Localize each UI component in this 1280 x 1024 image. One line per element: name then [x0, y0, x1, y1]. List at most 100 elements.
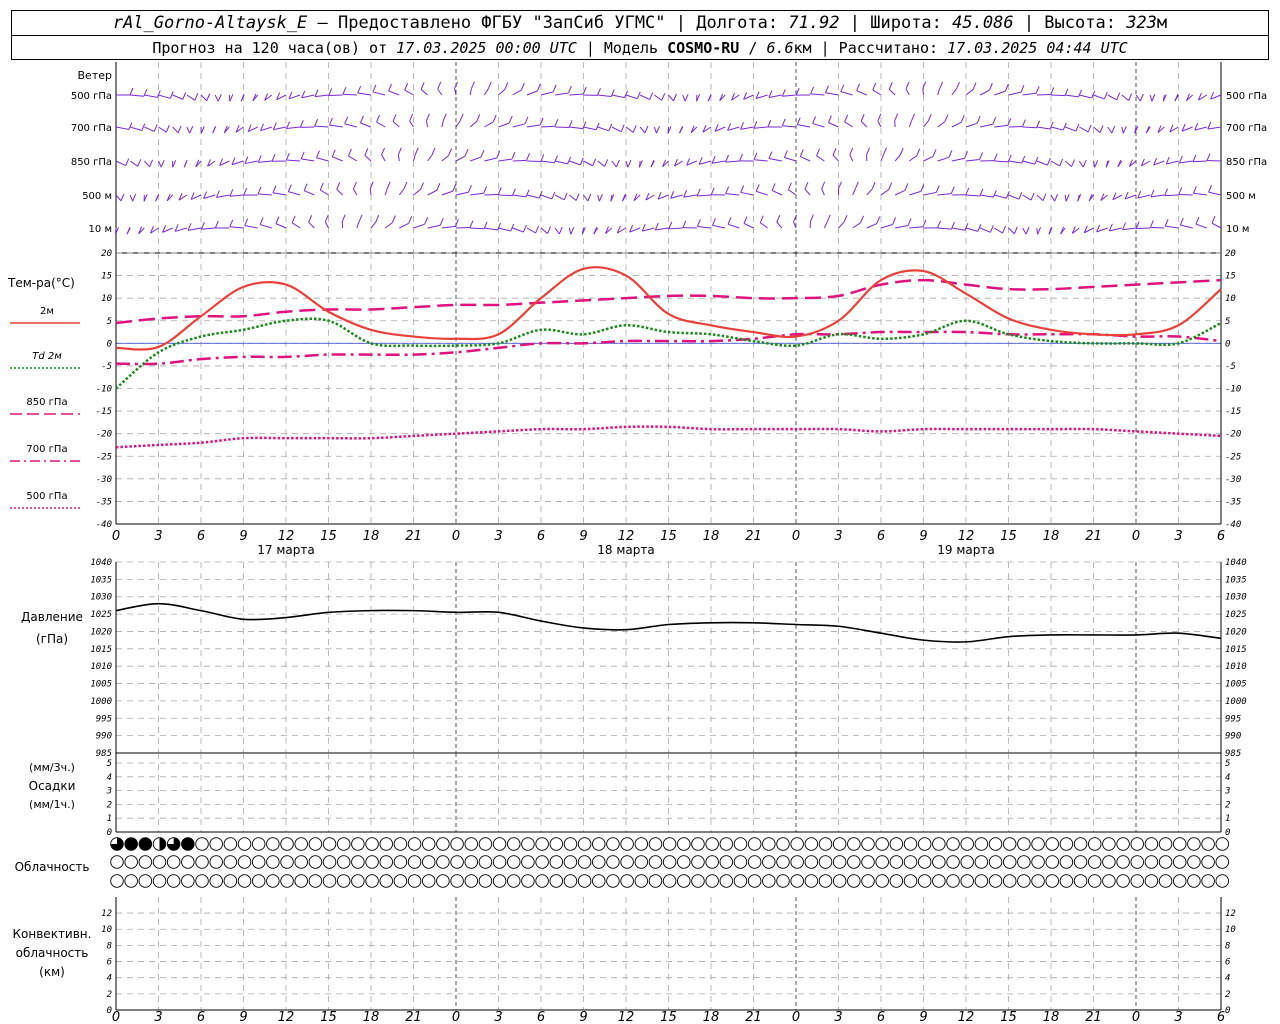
wind-barb-feather: [989, 225, 994, 233]
wind-barb-shaft: [812, 123, 825, 128]
wind-barb-feather: [524, 116, 529, 125]
cloud-circle: [436, 874, 450, 888]
wind-barb-feather: [408, 216, 413, 224]
conv-hour-tick-label: 18: [1043, 1010, 1060, 1024]
wind-barb-shaft: [384, 222, 393, 229]
cloud-circle: [733, 855, 748, 869]
wind-barb-feather: [1195, 216, 1200, 225]
wind-barb-shaft: [1008, 91, 1022, 96]
wind-barb-shaft: [554, 194, 565, 201]
wind-barb-feather: [308, 215, 313, 223]
conv-hour-tick-label: 15: [1000, 1010, 1017, 1024]
wind-barb-shaft: [668, 227, 683, 230]
wind-barb-shaft: [172, 126, 179, 134]
wind-barb-shaft: [420, 89, 428, 96]
cloud-circle: [1144, 874, 1159, 888]
wind-barb-shaft: [172, 94, 183, 100]
wind-barb-shaft: [1165, 225, 1179, 229]
cloud-circle: [421, 874, 436, 888]
wind-barb-shaft: [187, 227, 202, 231]
temp-ytick-left: 15: [101, 272, 112, 282]
pres-ytick-right: 1015: [1225, 645, 1247, 655]
wind-barb-feather: [871, 181, 876, 190]
cloud-circle: [790, 855, 804, 869]
wind-barb-feather: [768, 90, 773, 98]
wind-barb-shaft: [1022, 126, 1037, 129]
hour-tick-label: 21: [745, 529, 762, 544]
cloud-circle: [407, 855, 422, 869]
cloud-circle: [308, 874, 323, 888]
wind-barb-shaft: [743, 222, 754, 229]
wind-barb-shaft: [353, 188, 358, 196]
wind-barb-feather: [558, 226, 563, 235]
cloud-circle: [592, 837, 606, 851]
conv-hour-tick-label: 9: [919, 1010, 927, 1024]
wind-barb-shaft: [1050, 194, 1056, 202]
wind-barb-shaft: [1008, 194, 1020, 200]
cloud-circle: [577, 874, 592, 888]
cloud-circle: [606, 874, 620, 888]
wind-barb-feather: [916, 148, 921, 156]
prec-ytick-left: 4: [107, 773, 112, 783]
wind-barb-shaft: [965, 89, 974, 96]
cloud-circle: [351, 874, 365, 888]
wind-barb-shaft: [384, 188, 388, 196]
wind-barb-feather: [932, 149, 937, 157]
wind-barb-shaft: [670, 194, 683, 199]
wind-barb-feather: [359, 115, 364, 124]
wind-barb-feather: [206, 93, 211, 101]
wind-barb-feather: [781, 118, 786, 126]
wind-barb-shaft: [937, 88, 941, 96]
wind-barb-feather: [939, 81, 944, 89]
cloud-circle: [691, 874, 705, 888]
wind-barb-shaft: [1050, 126, 1064, 131]
wind-barb-feather: [944, 114, 949, 122]
cloud-circle: [436, 855, 450, 869]
wind-barb-feather: [316, 150, 320, 158]
wind-barb-shaft: [828, 122, 839, 128]
cloud-circle: [166, 855, 181, 869]
wind-barb-shaft: [756, 190, 768, 196]
wind-barb-feather: [1004, 83, 1009, 92]
prec-ytick-right: 4: [1225, 773, 1230, 783]
temp-series-line: [115, 330, 1222, 366]
cloud-circle: [747, 874, 762, 888]
wind-barb-feather: [448, 148, 453, 156]
cloud-circle: [1158, 837, 1173, 851]
wind-barb-shaft: [683, 194, 697, 198]
cloud-circle: [1201, 874, 1215, 888]
cloud-circle: [662, 837, 677, 851]
wind-barb-feather: [650, 159, 655, 168]
wind-barb-feather: [620, 124, 625, 132]
wind-barb-shaft: [1211, 222, 1222, 229]
hour-tick-label: 0: [112, 529, 120, 544]
wind-barb-shaft: [639, 126, 646, 134]
wind-barb-shaft: [554, 227, 560, 235]
wind-barb-feather: [849, 147, 854, 156]
wind-barb-feather: [439, 218, 444, 226]
wind-barb-feather: [753, 121, 758, 129]
conv-hour-tick-label: 0: [112, 1010, 120, 1024]
cloud-circle: [1017, 874, 1031, 888]
cloud-circle: [889, 874, 904, 888]
wind-barb-shaft: [1121, 94, 1129, 101]
wind-barb-feather: [882, 147, 887, 155]
cloud-circle: [677, 855, 691, 869]
wind-barb-feather: [1103, 91, 1108, 100]
temp-title: Тем-ра(°С): [7, 276, 75, 290]
wind-barb-feather: [243, 187, 248, 196]
wind-barb-shaft: [698, 160, 712, 165]
wind-barb-shaft: [399, 222, 409, 229]
cloud-circle: [379, 874, 393, 888]
conv-ytick-right: 10: [1225, 925, 1236, 935]
temp-ytick-left: 5: [107, 317, 112, 327]
wind-barb-feather: [781, 89, 786, 97]
cloud-circle: [492, 874, 507, 888]
conv-hour-tick-label: 15: [320, 1010, 337, 1024]
wind-barb-shaft: [498, 122, 510, 128]
wind-barb-feather: [287, 184, 292, 192]
wind-barb-feather: [1094, 160, 1099, 168]
cloud-circle: [507, 855, 521, 869]
cloud-circle: [138, 855, 153, 869]
cloud-circle: [747, 837, 762, 851]
